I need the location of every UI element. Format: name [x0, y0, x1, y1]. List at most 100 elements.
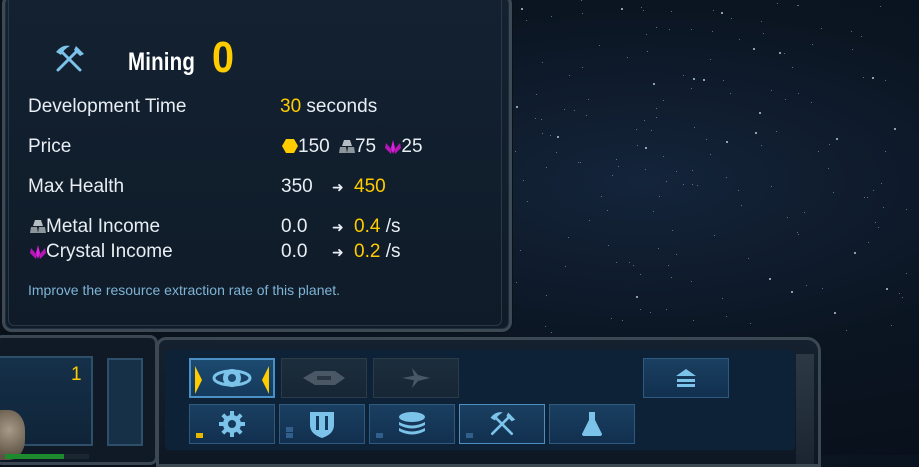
metal-ingot-icon — [30, 220, 46, 233]
star — [640, 7, 642, 9]
star — [797, 232, 799, 234]
bar-right-cap — [796, 354, 814, 464]
star — [821, 28, 823, 29]
star — [601, 196, 603, 198]
star — [885, 79, 887, 81]
star — [874, 221, 876, 223]
settings-gear-button[interactable] — [189, 404, 275, 444]
star — [672, 229, 674, 231]
planet-core-icon — [212, 369, 252, 387]
star — [656, 107, 658, 109]
star — [905, 272, 907, 274]
metal-income-arrow-icon: ➜ — [332, 220, 344, 236]
star — [739, 38, 741, 40]
price-metal: 75 — [354, 136, 377, 157]
star — [729, 93, 731, 95]
planet-core-button[interactable] — [189, 358, 275, 398]
star — [540, 119, 542, 121]
planet-image — [0, 410, 25, 460]
star — [778, 51, 781, 54]
star — [516, 281, 518, 283]
star — [712, 9, 714, 11]
star — [692, 169, 694, 171]
star — [526, 20, 527, 22]
crystal-icon — [385, 140, 402, 154]
mining-tools-icon — [490, 412, 516, 436]
star — [722, 79, 724, 81]
metal-ingot-icon — [338, 140, 355, 153]
price-label: Price — [28, 136, 72, 157]
star — [580, 0, 582, 2]
star — [588, 220, 590, 222]
selection-bracket-left-icon — [195, 366, 202, 394]
star — [709, 59, 711, 61]
star — [866, 197, 868, 199]
star — [573, 110, 575, 112]
star — [798, 92, 800, 94]
dev-time-label: Development Time — [28, 96, 187, 117]
star — [639, 309, 641, 311]
star — [693, 127, 695, 129]
star — [852, 48, 854, 50]
flask-icon — [582, 412, 602, 436]
star — [797, 233, 799, 235]
max-health-next: 450 — [354, 176, 386, 197]
star — [550, 331, 552, 333]
star — [748, 258, 750, 260]
star — [656, 27, 658, 29]
star — [653, 211, 655, 213]
star — [549, 135, 551, 137]
star — [692, 320, 694, 322]
stack-icon — [399, 412, 425, 435]
dev-time-number: 30 — [280, 96, 302, 117]
tooltip-title: Mining — [128, 48, 196, 76]
star — [682, 75, 684, 77]
level-pip — [466, 433, 473, 438]
fighter-button[interactable] — [373, 358, 459, 398]
star — [535, 117, 537, 119]
layers-up-icon — [676, 369, 696, 387]
cruiser-button[interactable] — [281, 358, 367, 398]
mining-button[interactable] — [459, 404, 545, 444]
planet-count: 1 — [71, 364, 82, 385]
star — [810, 102, 812, 104]
crystal-icon — [30, 245, 46, 259]
star — [770, 89, 772, 91]
star — [812, 44, 814, 46]
star — [535, 93, 537, 95]
star — [617, 166, 619, 168]
star — [545, 167, 547, 168]
star — [627, 57, 629, 59]
level-pip — [286, 427, 293, 432]
research-button[interactable] — [549, 404, 635, 444]
star — [690, 88, 692, 90]
star — [797, 4, 799, 6]
star — [642, 9, 644, 11]
stack-button[interactable] — [369, 404, 455, 444]
star — [645, 169, 647, 171]
star — [647, 51, 649, 53]
tooltip-description: Improve the resource extraction rate of … — [28, 282, 341, 298]
crystal-income-next: 0.2 — [354, 241, 381, 262]
star — [854, 251, 857, 254]
star — [588, 98, 590, 100]
star — [639, 273, 641, 275]
star — [545, 325, 547, 327]
star — [791, 290, 794, 293]
shield-button[interactable] — [279, 404, 365, 444]
crystal-income-next-wrap: 0.2 /s — [354, 241, 400, 263]
star — [880, 182, 882, 184]
planet-side-slot[interactable] — [107, 358, 143, 446]
star — [628, 261, 630, 263]
star — [731, 17, 733, 19]
star — [894, 128, 897, 131]
price-crystal: 25 — [401, 136, 423, 157]
star — [611, 317, 613, 319]
star — [545, 295, 547, 297]
layers-up-button[interactable] — [643, 358, 729, 398]
star — [769, 277, 772, 280]
star — [776, 2, 778, 4]
star — [834, 311, 837, 314]
star — [567, 237, 569, 239]
star — [665, 180, 667, 182]
